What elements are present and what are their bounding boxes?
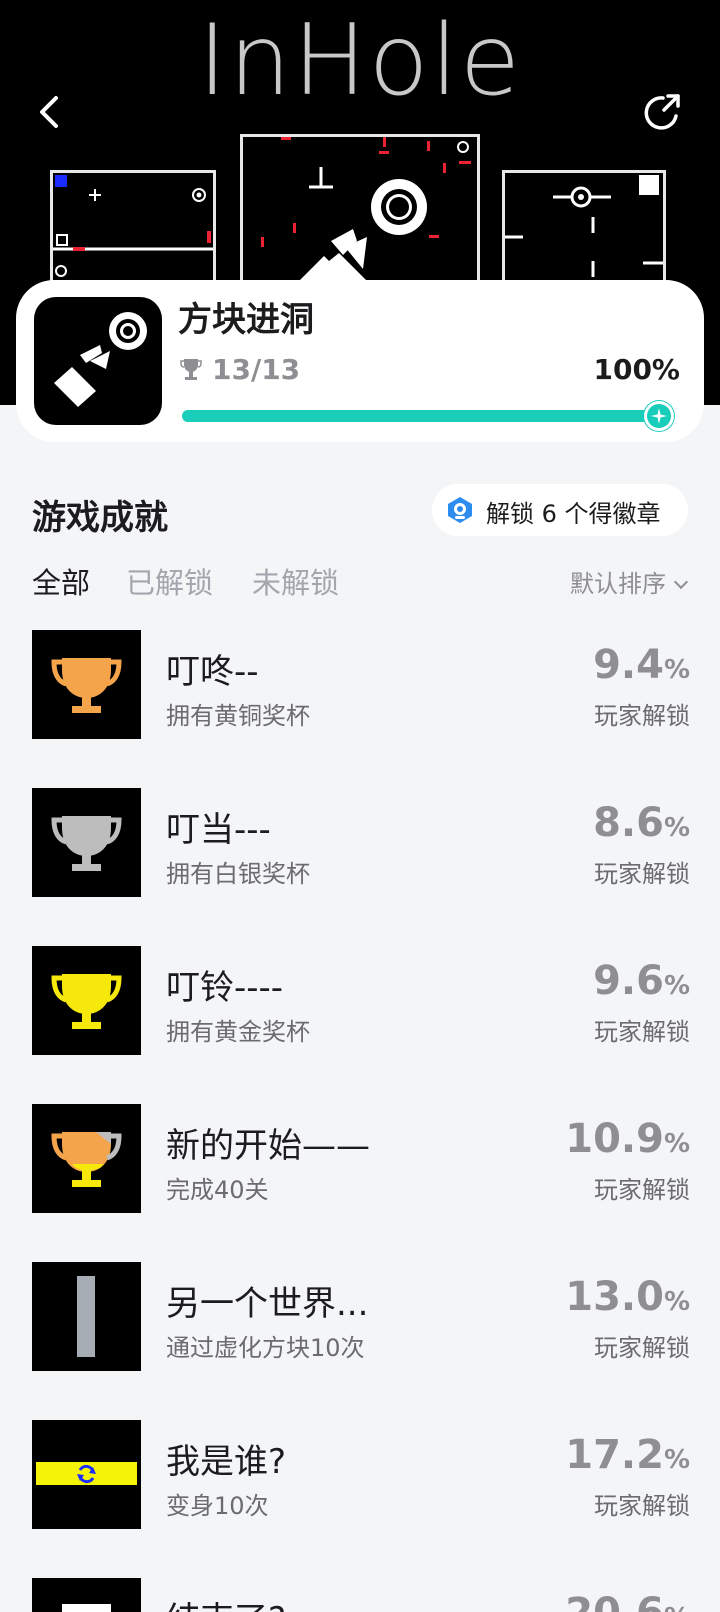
achievement-title: 我是谁? [166,1442,287,1482]
achievement-item[interactable]: 新的开始—— 完成40关 10.9% 玩家解锁 [0,1104,720,1214]
back-icon[interactable] [30,90,74,134]
share-icon[interactable] [640,90,686,136]
mixed-trophy-icon [32,1104,141,1213]
achievement-item[interactable]: 叮当--- 拥有白银奖杯 8.6% 玩家解锁 [0,788,720,898]
achievement-item[interactable]: 叮咚-- 拥有黄铜奖杯 9.4% 玩家解锁 [0,630,720,740]
achievement-title: 新的开始—— [166,1126,370,1166]
achievement-percent: 8.6% [593,800,690,846]
achievement-percent: 17.2% [565,1432,690,1478]
achievement-desc: 拥有黄金奖杯 [166,1018,310,1046]
achievement-title: 叮铃---- [166,968,284,1008]
achievement-sub: 玩家解锁 [594,702,690,730]
achievement-sub: 玩家解锁 [594,860,690,888]
achievement-sub: 玩家解锁 [594,1492,690,1520]
transform-icon [32,1420,141,1529]
progress-star-icon [644,401,674,431]
chevron-down-icon [673,574,689,590]
achievement-desc: 变身10次 [166,1492,269,1520]
achievement-title: 结束了? [166,1592,286,1612]
achievement-percent: 9.4% [593,642,690,688]
banner-title: InHole [197,4,523,118]
achievement-title: 叮当--- [166,810,271,850]
achievement-sub: 玩家解锁 [594,1334,690,1362]
section-title: 游戏成就 [32,498,168,538]
achievement-sub: 玩家解锁 [594,1176,690,1204]
achievement-desc: 通过虚化方块10次 [166,1334,365,1362]
sort-label: 默认排序 [570,570,666,598]
badge-unlock-pill[interactable]: 解锁 6 个得徽章 [432,484,688,536]
progress-bar [182,410,662,422]
achievement-item[interactable]: 我是谁? 变身10次 17.2% 玩家解锁 [0,1420,720,1530]
trophy-icon [180,359,202,380]
achievement-desc: 拥有白银奖杯 [166,860,310,888]
gray-bar-icon [32,1262,141,1371]
achievement-desc: 完成40关 [166,1176,269,1204]
game-title: 方块进洞 [178,300,314,340]
end-icon [32,1578,141,1612]
sort-dropdown[interactable]: 默认排序 [570,564,689,599]
achievement-desc: 拥有黄铜奖杯 [166,702,310,730]
badge-unlock-text: 解锁 6 个得徽章 [486,500,661,528]
achievement-title: 叮咚-- [166,652,259,692]
progress-fill [182,410,662,422]
achievement-sub: 玩家解锁 [594,1018,690,1046]
achievement-percent: 20.6% [565,1590,690,1612]
silver-trophy-icon [32,788,141,897]
tab-all[interactable]: 全部 [32,560,90,602]
tab-locked[interactable]: 未解锁 [252,560,339,602]
achievement-item[interactable]: 另一个世界... 通过虚化方块10次 13.0% 玩家解锁 [0,1262,720,1372]
bronze-trophy-icon [32,630,141,739]
completion-percent: 100% [593,353,680,386]
achievement-percent: 10.9% [565,1116,690,1162]
badge-icon [448,497,472,523]
tab-unlocked[interactable]: 已解锁 [126,560,213,602]
achievement-count: 13/13 [212,353,301,386]
gold-trophy-icon [32,946,141,1055]
achievement-percent: 9.6% [593,958,690,1004]
game-app-icon [34,297,162,425]
achievement-title: 另一个世界... [166,1284,369,1324]
achievement-item[interactable]: 结束了? 20.6% [0,1578,720,1612]
achievement-percent: 13.0% [565,1274,690,1320]
achievement-item[interactable]: 叮铃---- 拥有黄金奖杯 9.6% 玩家解锁 [0,946,720,1056]
